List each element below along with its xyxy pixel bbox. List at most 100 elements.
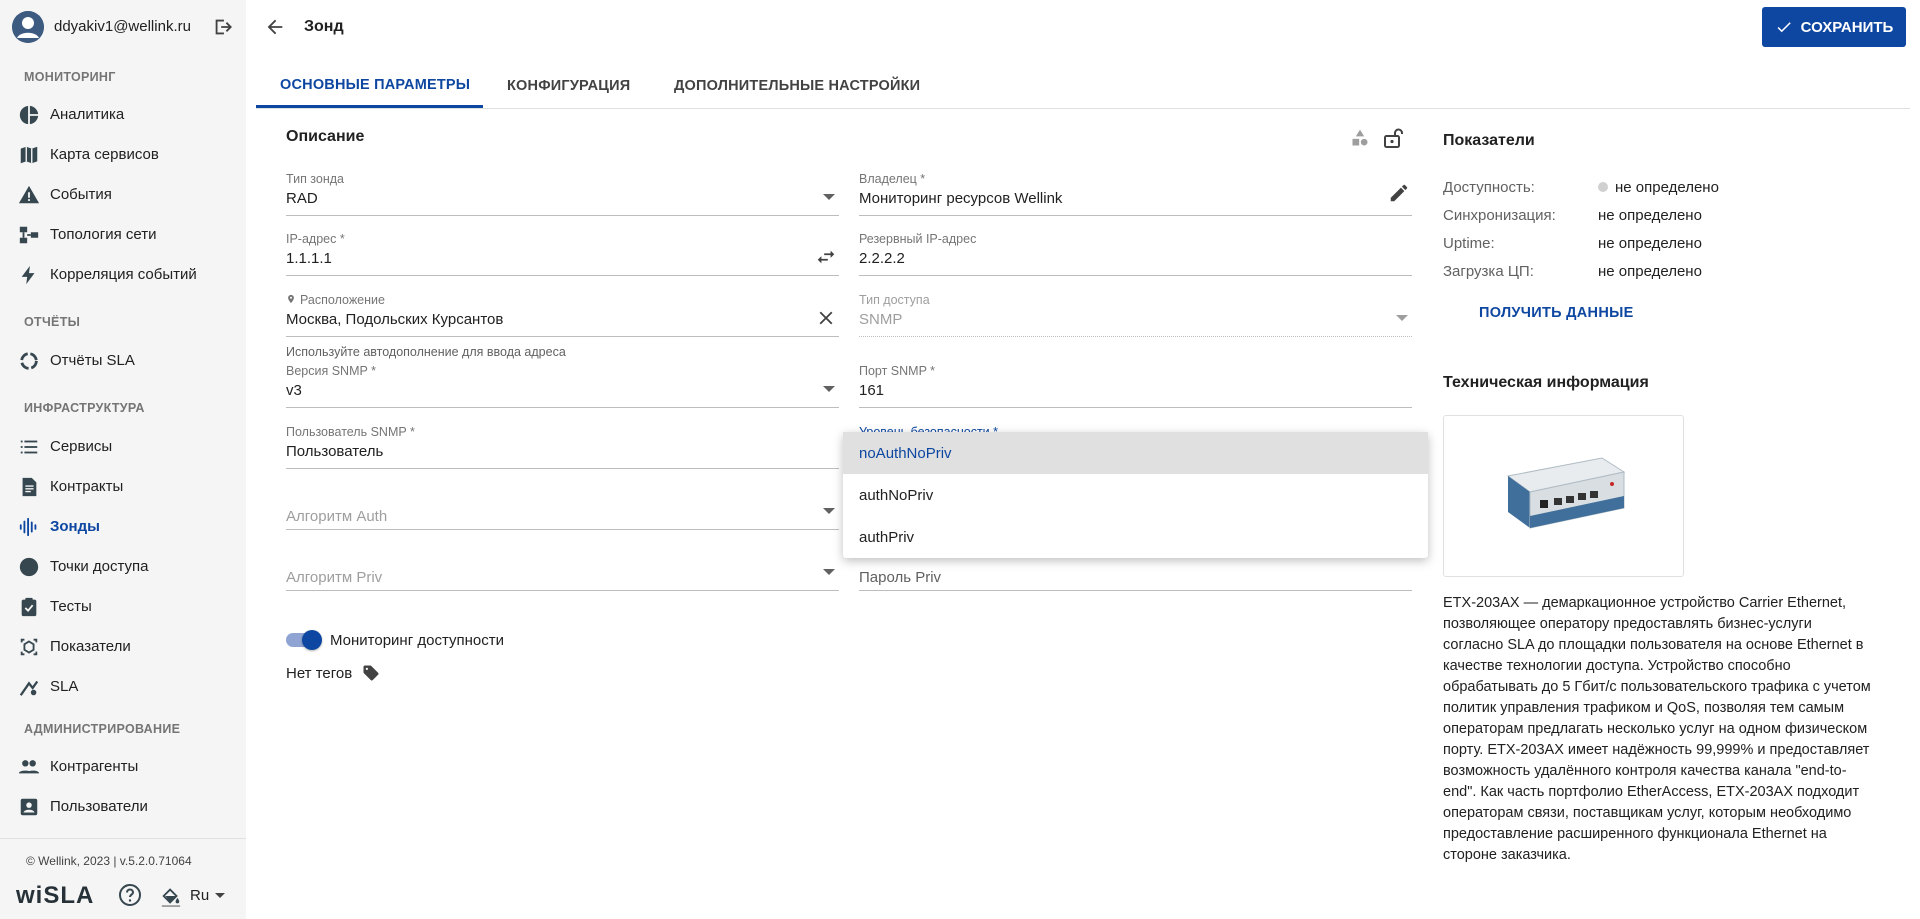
- metric-value-uptime: не определено: [1598, 235, 1702, 252]
- swap-icon[interactable]: [815, 246, 837, 268]
- check-icon: [1777, 22, 1791, 33]
- location-value: Москва, Подольских Курсантов: [286, 311, 504, 328]
- sidebar-item-users[interactable]: Пользователи: [0, 788, 246, 824]
- header: Зонд СОХРАНИТЬ: [246, 0, 1920, 54]
- back-arrow-icon[interactable]: [264, 16, 286, 38]
- sidebar-item-tests[interactable]: Тесты: [0, 588, 246, 624]
- status-dot: [1598, 182, 1608, 192]
- sidebar-item-label: Пользователи: [50, 798, 148, 815]
- ip-address-field[interactable]: IP-адрес * 1.1.1.1: [286, 232, 839, 276]
- sla-report-icon: [20, 352, 38, 370]
- page-title: Зонд: [304, 18, 344, 35]
- tab-main-parameters[interactable]: ОСНОВНЫЕ ПАРАМЕТРЫ: [256, 64, 483, 108]
- location-label: Расположение: [300, 293, 385, 307]
- access-point-icon: [19, 557, 39, 577]
- sidebar-item-label: Показатели: [50, 638, 131, 655]
- dropdown-option-noauthnopriv[interactable]: noAuthNoPriv: [843, 432, 1428, 474]
- paint-bucket-icon[interactable]: [160, 885, 182, 907]
- topology-icon: [19, 226, 39, 244]
- snmp-user-label: Пользователь SNMP *: [286, 425, 415, 439]
- metric-value-cpu: не определено: [1598, 263, 1702, 280]
- list-icon: [20, 440, 38, 454]
- metric-value-availability: не определено: [1615, 179, 1719, 196]
- sidebar-item-label: Тесты: [50, 598, 92, 615]
- user-card-icon: [20, 798, 38, 816]
- logout-icon[interactable]: [212, 16, 234, 38]
- probe-type-select[interactable]: Тип зонда RAD: [286, 172, 839, 216]
- priv-password-placeholder: Пароль Priv: [859, 569, 942, 586]
- get-data-button[interactable]: ПОЛУЧИТЬ ДАННЫЕ: [1479, 305, 1634, 321]
- sla-icon: [19, 680, 39, 696]
- sidebar-item-sla-reports[interactable]: Отчёты SLA: [0, 342, 246, 378]
- sidebar-item-label: Зонды: [50, 518, 100, 535]
- wisla-logo: wiSLA: [16, 882, 95, 909]
- sidebar-item-service-map[interactable]: Карта сервисов: [0, 136, 246, 172]
- save-button[interactable]: СОХРАНИТЬ: [1762, 7, 1906, 47]
- chevron-down-icon: [823, 386, 835, 392]
- sidebar-footer: © Wellink, 2023 | v.5.2.0.71064 wiSLA Ru: [0, 838, 246, 919]
- device-description: ETX-203AX — демаркационное устройство Ca…: [1443, 595, 1871, 863]
- section-title-reports: ОТЧЁТЫ: [24, 315, 81, 329]
- priv-algorithm-select[interactable]: Алгоритм Priv: [286, 547, 839, 591]
- snmp-port-field[interactable]: Порт SNMP * 161: [859, 364, 1412, 408]
- sidebar-item-label: Отчёты SLA: [50, 352, 135, 369]
- sidebar-item-label: Точки доступа: [50, 558, 149, 575]
- access-type-label: Тип доступа: [859, 293, 930, 307]
- backup-ip-field[interactable]: Резервный IP-адрес 2.2.2.2: [859, 232, 1412, 276]
- sidebar-item-sla[interactable]: SLA: [0, 668, 246, 704]
- tech-info-heading: Техническая информация: [1443, 374, 1649, 391]
- language-select[interactable]: Ru: [190, 887, 226, 904]
- auth-algorithm-select[interactable]: Алгоритм Auth: [286, 486, 839, 530]
- sidebar-item-analytics[interactable]: Аналитика: [0, 96, 246, 132]
- monitoring-toggle[interactable]: [286, 630, 322, 650]
- sidebar-item-metrics[interactable]: Показатели: [0, 628, 246, 664]
- backup-ip-value: 2.2.2.2: [859, 250, 905, 267]
- ip-address-label: IP-адрес *: [286, 232, 345, 246]
- sidebar-item-services[interactable]: Сервисы: [0, 428, 246, 464]
- sidebar-item-probes[interactable]: Зонды: [0, 508, 246, 544]
- sidebar-item-events[interactable]: События: [0, 176, 246, 212]
- snmp-user-value: Пользователь: [286, 443, 384, 460]
- snmp-version-value: v3: [286, 382, 302, 399]
- ip-address-value: 1.1.1.1: [286, 250, 332, 267]
- snmp-user-field[interactable]: Пользователь SNMP * Пользователь: [286, 425, 839, 469]
- metrics-icon: [20, 638, 38, 656]
- sidebar-item-correlation[interactable]: Корреляция событий: [0, 256, 246, 292]
- sidebar-item-label: Контрагенты: [50, 758, 139, 775]
- shapes-icon[interactable]: [1350, 128, 1370, 148]
- tab-additional-settings[interactable]: ДОПОЛНИТЕЛЬНЫЕ НАСТРОЙКИ: [674, 64, 920, 108]
- dropdown-option-authpriv[interactable]: authPriv: [843, 516, 1428, 558]
- dropdown-option-authnopriv[interactable]: authNoPriv: [843, 474, 1428, 516]
- location-helper-text: Используйте автодополнение для ввода адр…: [286, 345, 566, 359]
- avatar[interactable]: [12, 11, 44, 43]
- owner-field[interactable]: Владелец * Мониторинг ресурсов Wellink: [859, 172, 1412, 216]
- sidebar-item-contracts[interactable]: Контракты: [0, 468, 246, 504]
- chevron-down-icon: [823, 194, 835, 200]
- tabs: ОСНОВНЫЕ ПАРАМЕТРЫ КОНФИГУРАЦИЯ ДОПОЛНИТ…: [256, 64, 1910, 109]
- close-icon[interactable]: [815, 307, 837, 329]
- pie-chart-icon: [19, 105, 39, 125]
- save-button-label: СОХРАНИТЬ: [1800, 18, 1894, 36]
- snmp-port-value: 161: [859, 382, 885, 399]
- device-image: [1443, 415, 1684, 577]
- snmp-version-select[interactable]: Версия SNMP * v3: [286, 364, 839, 408]
- edit-icon[interactable]: [1388, 182, 1410, 204]
- sidebar-item-access-points[interactable]: Точки доступа: [0, 548, 246, 584]
- help-icon[interactable]: [118, 883, 142, 907]
- probe-icon: [19, 517, 37, 537]
- tag-icon[interactable]: [362, 664, 380, 682]
- map-icon: [20, 146, 38, 164]
- sidebar-item-label: Корреляция событий: [50, 266, 197, 283]
- sidebar-item-topology[interactable]: Топология сети: [0, 216, 246, 252]
- tags-label: Нет тегов: [286, 665, 353, 682]
- clipboard-check-icon: [21, 597, 37, 617]
- toggle-knob: [302, 630, 322, 650]
- lock-open-icon[interactable]: [1381, 126, 1405, 150]
- access-type-value: SNMP: [859, 311, 903, 328]
- location-field[interactable]: Расположение Москва, Подольских Курсанто…: [286, 293, 839, 337]
- sidebar-item-counterparties[interactable]: Контрагенты: [0, 748, 246, 784]
- copyright: © Wellink, 2023 | v.5.2.0.71064: [26, 854, 192, 868]
- tab-configuration[interactable]: КОНФИГУРАЦИЯ: [507, 64, 630, 108]
- location-pin-icon: [286, 293, 296, 307]
- metric-label-sync: Синхронизация:: [1443, 207, 1556, 224]
